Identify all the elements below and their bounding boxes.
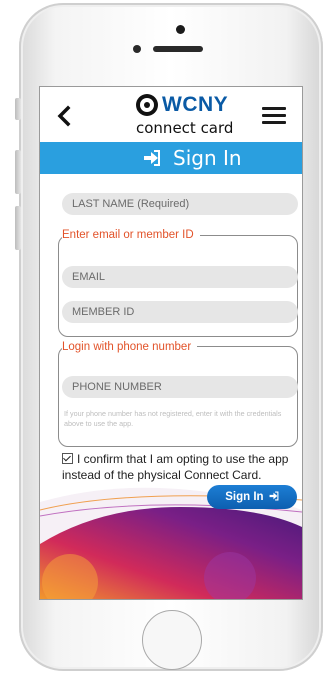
home-button[interactable] bbox=[142, 610, 202, 670]
confirm-optin: I confirm that I am opting to use the ap… bbox=[62, 451, 302, 483]
phone-hint-text: If your phone number has not registered,… bbox=[64, 409, 282, 428]
phone-group-label: Login with phone number bbox=[62, 340, 198, 354]
hamburger-menu-icon[interactable] bbox=[262, 107, 286, 125]
volume-up-button bbox=[15, 150, 21, 194]
sign-in-arrow-icon bbox=[269, 491, 279, 501]
phone-number-input[interactable]: PHONE NUMBER bbox=[62, 376, 298, 398]
email-input[interactable]: EMAIL bbox=[62, 266, 298, 288]
mute-switch bbox=[15, 98, 21, 120]
front-camera bbox=[176, 25, 185, 34]
earpiece-speaker bbox=[153, 46, 203, 52]
last-name-input[interactable]: LAST NAME (Required) bbox=[62, 193, 298, 215]
page-title: Sign In bbox=[173, 146, 242, 170]
member-id-input[interactable]: MEMBER ID bbox=[62, 301, 298, 323]
confirm-checkbox[interactable] bbox=[62, 453, 73, 464]
sign-in-arrow-icon bbox=[144, 150, 160, 166]
logo-text: WCNY bbox=[162, 93, 229, 116]
proximity-sensor bbox=[133, 45, 141, 53]
page-header: Sign In bbox=[40, 142, 302, 174]
volume-down-button bbox=[15, 206, 21, 250]
sign-in-button[interactable]: Sign In bbox=[207, 485, 297, 509]
app-screen: WCNY connect card Sign In LAST NAME (Req… bbox=[39, 86, 303, 600]
email-group-label: Enter email or member ID bbox=[62, 228, 200, 242]
wcny-logo: WCNY bbox=[136, 93, 236, 117]
chevron-left-icon[interactable] bbox=[54, 105, 76, 127]
top-nav: WCNY connect card bbox=[40, 87, 302, 142]
confirm-label: I confirm that I am opting to use the ap… bbox=[62, 452, 289, 482]
brand-subtitle: connect card bbox=[136, 119, 234, 137]
logo-mark-icon bbox=[136, 94, 158, 116]
sign-in-button-label: Sign In bbox=[225, 491, 264, 503]
